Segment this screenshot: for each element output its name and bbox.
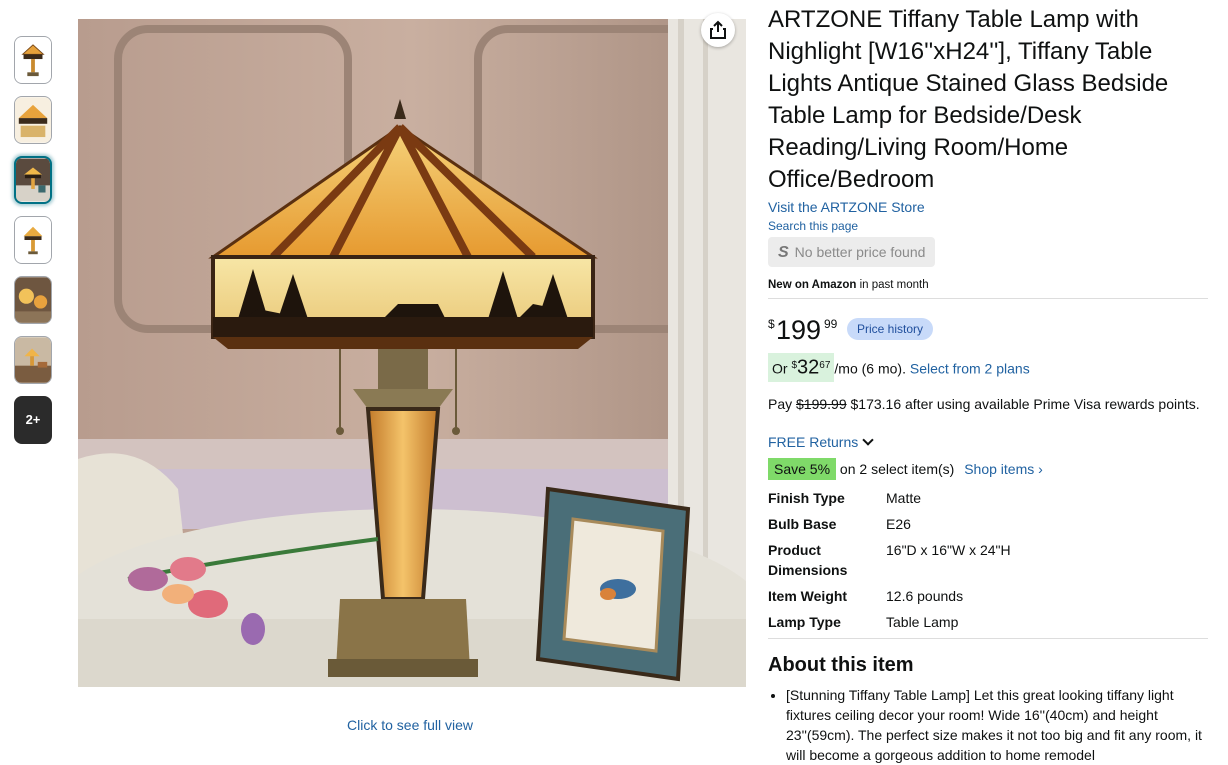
price-row: $ 199 99 Price history bbox=[768, 315, 1208, 345]
free-returns-link[interactable]: FREE Returns bbox=[768, 433, 1208, 451]
thumbnail-more[interactable]: 2+ bbox=[14, 396, 52, 444]
price-history-button[interactable]: Price history bbox=[847, 318, 934, 340]
spec-key: Product Dimensions bbox=[768, 542, 848, 578]
spec-value: 12.6 pounds bbox=[886, 588, 964, 604]
price-whole: 199 bbox=[776, 315, 822, 345]
shop-items-link[interactable]: Shop items › bbox=[964, 461, 1043, 477]
prime-visa-line: Pay $199.99 $173.16 after using availabl… bbox=[768, 395, 1208, 413]
monthly-payment: Or $3267/mo (6 mo). Select from 2 plans bbox=[768, 353, 1208, 382]
pay-prefix: Pay bbox=[768, 396, 797, 412]
divider bbox=[768, 638, 1208, 639]
price-symbol: $ bbox=[768, 317, 775, 331]
full-view-link[interactable]: Click to see full view bbox=[347, 717, 473, 733]
thumbnail-4[interactable] bbox=[14, 216, 52, 264]
spec-key: Item Weight bbox=[768, 588, 848, 604]
store-link[interactable]: Visit the ARTZONE Store bbox=[768, 198, 1208, 216]
select-plans-link[interactable]: Select from 2 plans bbox=[910, 361, 1030, 377]
more-thumbnails-label: 2+ bbox=[25, 412, 41, 427]
monthly-badge: Or $3267 bbox=[768, 353, 835, 382]
save-text: on 2 select item(s) bbox=[836, 461, 959, 477]
thumbnail-6[interactable] bbox=[14, 336, 52, 384]
thumbnail-2[interactable] bbox=[14, 96, 52, 144]
new-on-bold: New on Amazon bbox=[768, 279, 857, 291]
spec-row: Finish Type Matte bbox=[768, 488, 1011, 514]
thumbnail-1[interactable] bbox=[14, 36, 52, 84]
spec-row: Lamp Type Table Lamp bbox=[768, 612, 1011, 638]
bullet-item: [Stunning Tiffany Table Lamp] Let this g… bbox=[786, 685, 1208, 765]
spec-key: Lamp Type bbox=[768, 614, 841, 630]
pay-rest: $173.16 after using available Prime Visa… bbox=[846, 396, 1200, 412]
price-fraction: 99 bbox=[824, 317, 838, 331]
monthly-suffix: /mo (6 mo). bbox=[834, 360, 910, 377]
spec-row: Item Weight 12.6 pounds bbox=[768, 586, 1011, 612]
about-bullets: [Stunning Tiffany Table Lamp] Let this g… bbox=[768, 685, 1208, 765]
spec-value: 16"D x 16"W x 24"H bbox=[886, 542, 1011, 558]
spec-value: Matte bbox=[886, 490, 922, 506]
share-button[interactable] bbox=[701, 13, 735, 47]
about-heading: About this item bbox=[768, 654, 914, 676]
thumbnail-5[interactable] bbox=[14, 276, 52, 324]
save-row: Save 5% on 2 select item(s) Shop items › bbox=[768, 458, 1208, 480]
pay-strike-price: $199.99 bbox=[796, 396, 847, 412]
spec-row: Product Dimensions 16"D x 16"W x 24"H bbox=[768, 540, 1011, 586]
s-logo-icon: S bbox=[778, 244, 789, 261]
thumbnail-3[interactable] bbox=[14, 156, 52, 204]
monthly-fraction: 67 bbox=[819, 360, 831, 371]
spec-key: Bulb Base bbox=[768, 516, 837, 532]
monthly-whole: 32 bbox=[797, 356, 820, 379]
search-page-link[interactable]: Search this page bbox=[768, 219, 1208, 234]
product-title: ARTZONE Tiffany Table Lamp with Nighligh… bbox=[768, 6, 1169, 193]
spec-value: Table Lamp bbox=[886, 614, 959, 630]
share-icon bbox=[710, 20, 726, 39]
spec-value: E26 bbox=[886, 516, 911, 532]
divider bbox=[768, 298, 1208, 299]
spec-row: Bulb Base E26 bbox=[768, 514, 1011, 540]
no-better-price-text: No better price found bbox=[794, 244, 926, 260]
monthly-or: Or bbox=[772, 360, 792, 377]
new-on-amazon: New on Amazon in past month bbox=[768, 278, 1208, 292]
new-on-rest: in past month bbox=[856, 279, 929, 291]
main-product-image[interactable] bbox=[78, 19, 746, 687]
thumbnail-strip: 2+ bbox=[14, 36, 54, 456]
product-details: ARTZONE Tiffany Table Lamp with Nighligh… bbox=[768, 4, 1208, 765]
specs-table: Finish Type Matte Bulb Base E26 Product Di… bbox=[768, 488, 1011, 638]
spec-key: Finish Type bbox=[768, 490, 845, 506]
free-returns-text: FREE Returns bbox=[768, 434, 859, 450]
chevron-down-icon bbox=[862, 434, 874, 446]
save-badge: Save 5% bbox=[768, 458, 837, 480]
no-better-price-badge[interactable]: S No better price found bbox=[768, 237, 936, 267]
